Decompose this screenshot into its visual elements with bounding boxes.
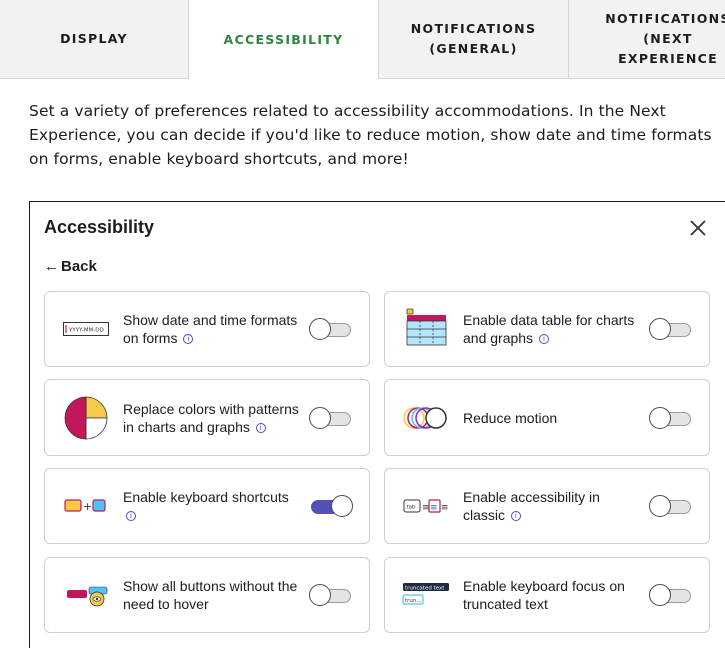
back-label: Back <box>61 258 97 275</box>
info-icon[interactable]: i <box>255 422 266 433</box>
info-icon[interactable]: i <box>538 334 549 345</box>
toggle-color-patterns[interactable] <box>309 406 353 430</box>
svg-text:+: + <box>83 500 92 513</box>
reduce-motion-icon <box>401 396 451 440</box>
toggle-truncated-text[interactable] <box>649 583 693 607</box>
toggle-keyboard-shortcuts[interactable] <box>309 494 353 518</box>
tab-accessibility[interactable]: ACCESSIBILITY <box>189 0 379 79</box>
toggle-hover-buttons[interactable] <box>309 583 353 607</box>
setting-card-color-patterns: Replace colors with patterns in charts a… <box>44 379 370 456</box>
svg-text:trun...: trun... <box>405 598 422 604</box>
setting-label: Show date and time formats on forms i <box>123 312 298 346</box>
info-icon[interactable]: i <box>183 334 194 345</box>
back-link[interactable]: ← Back <box>44 258 97 275</box>
info-icon[interactable]: i <box>510 511 521 522</box>
setting-card-reduce-motion: Reduce motion <box>384 379 710 456</box>
setting-label: Show all buttons without the need to hov… <box>123 578 298 612</box>
setting-card-classic-accessibility: tab ≡ ≡ ≡ Enable accessibility in classi… <box>384 468 710 544</box>
arrow-left-icon: ← <box>44 258 59 275</box>
toggle-classic-accessibility[interactable] <box>649 494 693 518</box>
setting-card-keyboard-shortcuts: + Enable keyboard shortcuts i <box>44 468 370 544</box>
date-format-icon: YYYY-MM-DD <box>61 307 111 351</box>
classic-accessibility-icon: tab ≡ ≡ ≡ <box>401 484 451 528</box>
data-table-icon <box>401 307 451 351</box>
toggle-date-time-formats[interactable] <box>309 317 353 341</box>
settings-tabs: DISPLAY ACCESSIBILITY NOTIFICATIONS (GEN… <box>0 0 725 79</box>
setting-label: Enable accessibility in classic i <box>463 489 600 523</box>
svg-text:tab: tab <box>407 505 417 511</box>
setting-card-hover-buttons: Show all buttons without the need to hov… <box>44 557 370 633</box>
toggle-data-table[interactable] <box>649 317 693 341</box>
svg-text:YYYY-MM-DD: YYYY-MM-DD <box>68 328 104 334</box>
hover-buttons-icon <box>61 573 111 617</box>
tab-notifications-general[interactable]: NOTIFICATIONS (GENERAL) <box>379 0 569 79</box>
close-button[interactable] <box>686 216 710 240</box>
setting-label: Enable keyboard shortcuts i <box>123 489 289 522</box>
tab-display[interactable]: DISPLAY <box>0 0 189 79</box>
setting-label: Reduce motion <box>463 409 558 426</box>
info-icon[interactable]: i <box>126 511 136 522</box>
setting-card-date-time-formats: YYYY-MM-DD Show date and time formats on… <box>44 291 370 367</box>
svg-text:≡: ≡ <box>430 503 438 513</box>
panel-title: Accessibility <box>44 217 155 237</box>
keyboard-shortcut-icon: + <box>61 484 111 528</box>
truncated-text-icon: truncated text trun... <box>401 573 451 617</box>
accessibility-description: Set a variety of preferences related to … <box>29 102 712 168</box>
setting-label: Enable data table for charts and graphs … <box>463 312 635 346</box>
setting-label: Enable keyboard focus on truncated text <box>463 578 625 612</box>
setting-label: Replace colors with patterns in charts a… <box>123 400 299 435</box>
toggle-reduce-motion[interactable] <box>649 406 693 430</box>
setting-card-truncated-text: truncated text trun... Enable keyboard f… <box>384 557 710 633</box>
pie-pattern-icon <box>61 396 111 440</box>
close-icon <box>690 220 706 236</box>
setting-card-data-table: Enable data table for charts and graphs … <box>384 291 710 367</box>
accessibility-panel: Accessibility ← Back YYYY-MM-DD Show dat… <box>29 201 725 648</box>
svg-text:truncated text: truncated text <box>405 585 445 591</box>
svg-text:≡: ≡ <box>441 503 449 513</box>
tab-notifications-next-experience[interactable]: NOTIFICATIONS (NEXT EXPERIENCE <box>569 0 725 79</box>
